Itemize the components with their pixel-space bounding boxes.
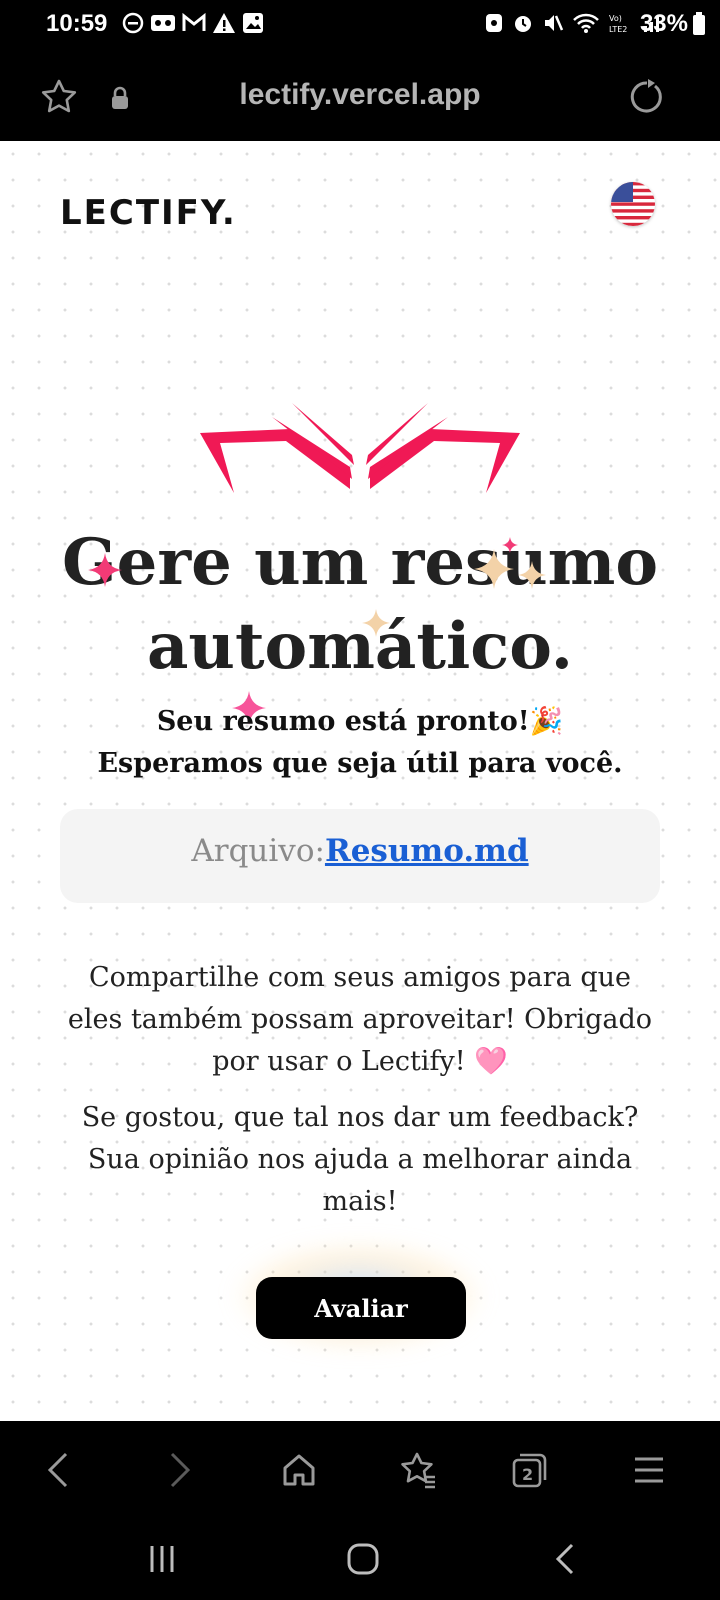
url-text[interactable]: lectify.vercel.app: [0, 78, 720, 112]
page-headline: Gere um resumo automático.: [0, 521, 720, 689]
status-bar: 10:59 Vo) LTE2 33%: [0, 0, 720, 50]
sparkle-icon: [518, 561, 546, 589]
share-text: Compartilhe com seus amigos para que ele…: [67, 962, 653, 1077]
lock-screen-icon: [486, 14, 502, 32]
system-back-button[interactable]: [540, 1537, 590, 1581]
file-box: Arquivo:Resumo.md: [60, 809, 660, 903]
file-label: Arquivo:: [191, 833, 325, 869]
reload-icon[interactable]: [628, 78, 666, 116]
status-time: 10:59: [46, 10, 108, 37]
battery-percent: 33%: [639, 10, 688, 37]
menu-icon: [635, 1457, 663, 1483]
browser-bottom-nav: 2: [0, 1421, 720, 1519]
lectify-logo[interactable]: LECTIFY.: [60, 193, 237, 233]
gallery-icon: [243, 13, 263, 33]
system-back-icon: [555, 1543, 574, 1575]
forward-button[interactable]: [154, 1445, 204, 1495]
battery-indicator: 33%: [640, 10, 706, 38]
svg-text:LTE2: LTE2: [609, 25, 627, 34]
headline-part2: automático.: [146, 609, 574, 684]
home-icon: [283, 1454, 315, 1486]
back-icon: [47, 1452, 68, 1488]
gmail-icon: [182, 12, 206, 31]
tabs-count: 2: [522, 1465, 533, 1484]
menu-button[interactable]: [624, 1445, 674, 1495]
alarm-icon: [515, 16, 531, 32]
sparkle-icon: [362, 609, 390, 637]
rate-button[interactable]: Avaliar: [256, 1277, 466, 1339]
back-button[interactable]: [34, 1445, 84, 1495]
recents-button[interactable]: [137, 1537, 187, 1581]
file-download-link[interactable]: Resumo.md: [325, 833, 529, 869]
feedback-text: Se gostou, que tal nos dar um feedback? …: [81, 1102, 639, 1217]
forward-icon: [170, 1452, 191, 1488]
recents-icon: [150, 1546, 174, 1572]
file-row: Arquivo:Resumo.md: [60, 833, 660, 869]
open-book-icon: [200, 403, 520, 493]
sparkle-icon: [502, 537, 518, 553]
result-message: Seu resumo está pronto!🎉 Esperamos que s…: [97, 706, 623, 779]
tabs-icon: 2: [512, 1453, 547, 1488]
volte-icon: Vo) LTE2: [609, 14, 627, 34]
web-page: LECTIFY. Gere um resumo automático. Seu …: [0, 141, 720, 1421]
svg-text:Vo): Vo): [609, 14, 622, 23]
sparkle-icon: [88, 553, 122, 587]
battery-icon: [693, 12, 705, 35]
voicemail-icon: [151, 15, 175, 31]
system-nav-bar: [0, 1519, 720, 1600]
us-flag-icon[interactable]: [611, 182, 655, 226]
dnd-icon: [122, 12, 144, 34]
system-home-button[interactable]: [338, 1537, 388, 1581]
system-icons: Vo) LTE2: [484, 12, 664, 34]
bookmarks-button[interactable]: [394, 1445, 444, 1495]
sparkle-icon: [474, 549, 514, 589]
home-circle-icon: [347, 1543, 379, 1575]
bookmarks-icon: [401, 1452, 435, 1489]
mute-icon: [545, 15, 564, 31]
wifi-icon: [573, 13, 599, 33]
home-button[interactable]: [274, 1445, 324, 1495]
notification-icons: [122, 12, 264, 34]
warning-icon: [213, 13, 235, 33]
tabs-button[interactable]: 2: [504, 1445, 554, 1495]
browser-url-bar: lectify.vercel.app: [0, 50, 720, 140]
